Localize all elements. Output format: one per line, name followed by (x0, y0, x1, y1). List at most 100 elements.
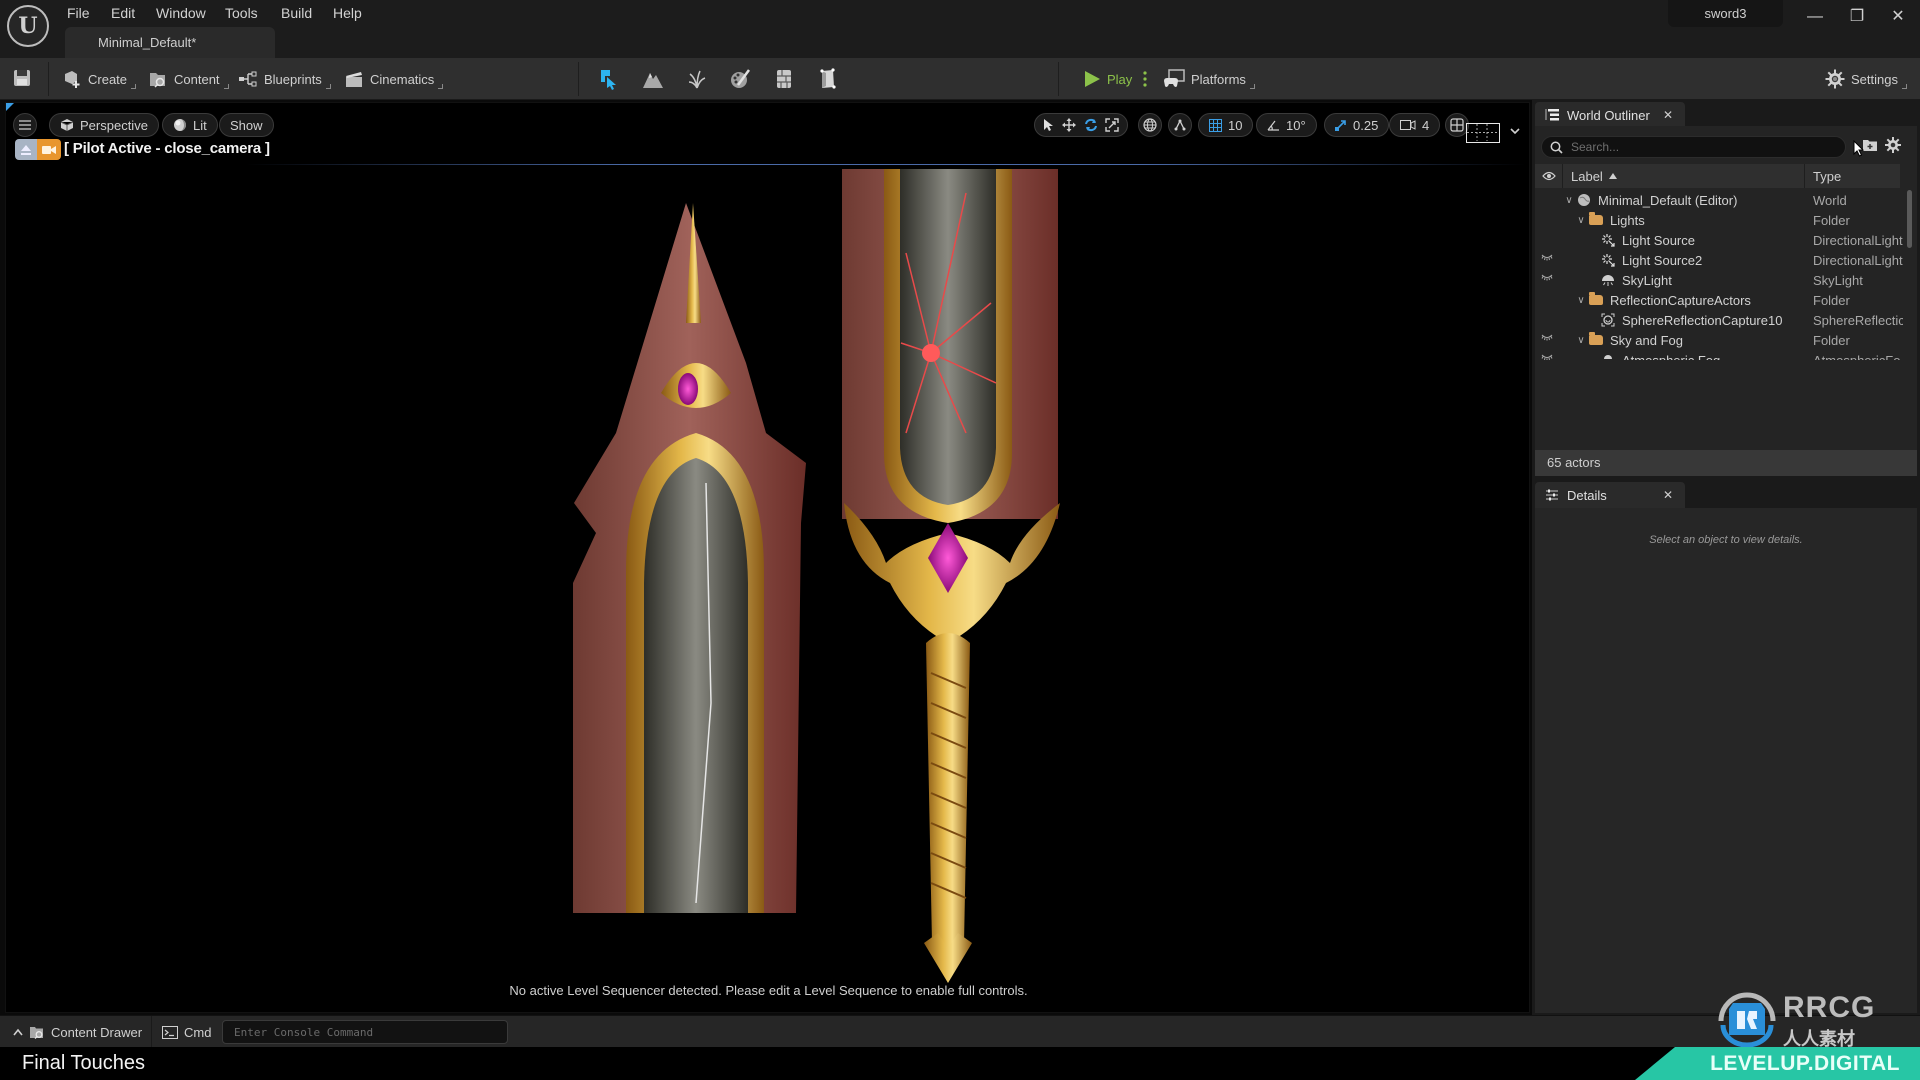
level-tab[interactable]: Minimal_Default* (65, 27, 275, 58)
cinematics-button[interactable]: Cinematics (344, 66, 444, 92)
fracture-mode-icon[interactable] (772, 68, 796, 90)
settings-button[interactable]: Settings (1825, 66, 1907, 92)
cube-icon (60, 119, 74, 131)
blueprints-button[interactable]: Blueprints (238, 66, 331, 92)
restore-button[interactable]: ❐ (1837, 4, 1877, 30)
create-label: Create (88, 71, 128, 87)
outliner-row-label: Minimal_Default (Editor) (1598, 192, 1738, 208)
hidden-eye-icon[interactable] (1541, 332, 1557, 344)
viewport-options-button[interactable] (13, 113, 37, 137)
view-mode-dropdown[interactable]: Perspective (49, 113, 159, 137)
outliner-scrollbar[interactable] (1907, 190, 1912, 248)
landscape-mode-icon[interactable] (641, 68, 665, 90)
expand-chevron-icon[interactable]: ∨ (1563, 195, 1575, 206)
menu-window[interactable]: Window (156, 3, 206, 23)
outliner-row[interactable]: Light Source DirectionalLight (1535, 230, 1905, 250)
console-command-input[interactable] (222, 1020, 508, 1044)
visibility-column-eye-icon[interactable] (1535, 169, 1562, 184)
close-window-button[interactable]: ✕ (1878, 4, 1918, 30)
level-viewport[interactable]: Perspective Lit Show [ Pilot Active - cl… (5, 102, 1530, 1013)
close-tab-icon[interactable]: ✕ (1663, 108, 1673, 122)
chevron-down-icon[interactable] (1509, 125, 1521, 137)
expand-chevron-icon[interactable]: ∨ (1575, 335, 1587, 346)
camera-pilot-icon[interactable] (37, 139, 61, 160)
outliner-settings-button[interactable] (1885, 137, 1901, 153)
rrcg-logo-icon (1718, 992, 1776, 1047)
outliner-row[interactable]: SphereReflectionCapture10 SphereReflectic (1535, 310, 1905, 330)
show-flags-dropdown[interactable]: Show (219, 113, 274, 137)
close-tab-icon[interactable]: ✕ (1663, 488, 1673, 502)
type-column-header[interactable]: Type (1805, 169, 1841, 184)
unreal-logo-icon[interactable]: U (7, 5, 49, 47)
surface-snapping-button[interactable] (1168, 113, 1192, 137)
title-bar: U File Edit Window Tools Build Help Mini… (0, 0, 1920, 58)
details-tab[interactable]: Details ✕ (1535, 482, 1685, 508)
create-button[interactable]: Create (62, 66, 137, 92)
play-button[interactable]: Play (1083, 66, 1132, 92)
grid-snap-button[interactable]: 10 (1198, 113, 1254, 137)
show-label: Show (230, 117, 263, 133)
save-button[interactable] (12, 68, 32, 88)
hidden-eye-icon[interactable] (1541, 352, 1557, 360)
eject-pilot-icon[interactable] (15, 139, 37, 160)
actor-count: 65 actors (1535, 450, 1917, 476)
outliner-row[interactable]: Light Source2 DirectionalLight (1535, 250, 1905, 270)
label-column-header[interactable]: Label (1563, 169, 1804, 184)
minimize-button[interactable]: — (1795, 4, 1835, 30)
pilot-controls[interactable] (15, 139, 61, 160)
content-folder-icon (30, 1027, 43, 1039)
rotate-icon[interactable] (1084, 118, 1098, 132)
search-icon (1550, 141, 1563, 154)
world-outliner-tab[interactable]: World Outliner ✕ (1535, 102, 1685, 128)
details-panel: Select an object to view details. (1535, 508, 1917, 1013)
hidden-eye-icon[interactable] (1541, 252, 1557, 264)
cmd-label: Cmd (184, 1024, 212, 1040)
outliner-search-input[interactable] (1571, 140, 1831, 154)
outliner-row[interactable]: ∨ Lights Folder (1535, 210, 1905, 230)
coordinate-system-button[interactable] (1138, 113, 1162, 137)
rotation-snap-button[interactable]: 10° (1256, 113, 1317, 137)
select-arrow-icon[interactable] (1043, 118, 1055, 132)
platforms-button[interactable]: Platforms (1163, 66, 1255, 92)
details-sliders-icon (1546, 489, 1558, 501)
outliner-row-type: Folder (1813, 292, 1850, 308)
outliner-row-type: Folder (1813, 212, 1850, 228)
cmd-button[interactable]: Cmd (162, 1016, 211, 1048)
menu-edit[interactable]: Edit (111, 3, 135, 23)
foliage-mode-icon[interactable] (685, 68, 709, 90)
scale-snap-button[interactable]: 0.25 (1324, 113, 1390, 137)
play-options-button[interactable] (1142, 70, 1148, 88)
menu-tools[interactable]: Tools (225, 3, 258, 23)
right-panel: World Outliner ✕ Label Type (1532, 100, 1920, 1015)
camera-speed-button[interactable]: 4 (1389, 113, 1441, 137)
mesh-paint-mode-icon[interactable] (728, 68, 752, 90)
outliner-search[interactable] (1541, 136, 1846, 158)
outliner-row[interactable]: SkyLight SkyLight (1535, 270, 1905, 290)
outliner-row-type: AtmosphericFo (1813, 352, 1901, 361)
right-sword (842, 169, 1060, 983)
lighting-mode-dropdown[interactable]: Lit (162, 113, 218, 137)
content-button[interactable]: Content (148, 66, 229, 92)
menu-file[interactable]: File (67, 3, 90, 23)
hidden-eye-icon[interactable] (1541, 272, 1557, 284)
project-name: sword3 (1668, 0, 1783, 27)
outliner-row[interactable]: ∨ ReflectionCaptureActors Folder (1535, 290, 1905, 310)
outliner-row[interactable]: Atmospheric Fog AtmosphericFo (1535, 350, 1905, 360)
outliner-row[interactable]: ∨ Sky and Fog Folder (1535, 330, 1905, 350)
scale-icon[interactable] (1105, 118, 1119, 132)
chevron-up-icon (13, 1028, 23, 1036)
translate-icon[interactable] (1062, 118, 1077, 132)
scale-snap-value: 0.25 (1353, 117, 1379, 133)
select-mode-icon[interactable] (596, 68, 620, 90)
expand-chevron-icon[interactable]: ∨ (1575, 295, 1587, 306)
blueprints-label: Blueprints (264, 71, 322, 87)
modeling-mode-icon[interactable] (816, 68, 840, 90)
menu-help[interactable]: Help (333, 3, 362, 23)
content-drawer-button[interactable]: Content Drawer (0, 1016, 152, 1048)
menu-build[interactable]: Build (281, 3, 312, 23)
viewport-layout-preview-icon[interactable] (1466, 123, 1500, 143)
content-folder-icon (150, 73, 165, 88)
expand-chevron-icon[interactable]: ∨ (1575, 215, 1587, 226)
world-icon (1575, 193, 1593, 207)
outliner-row[interactable]: ∨ Minimal_Default (Editor) World (1535, 190, 1905, 210)
